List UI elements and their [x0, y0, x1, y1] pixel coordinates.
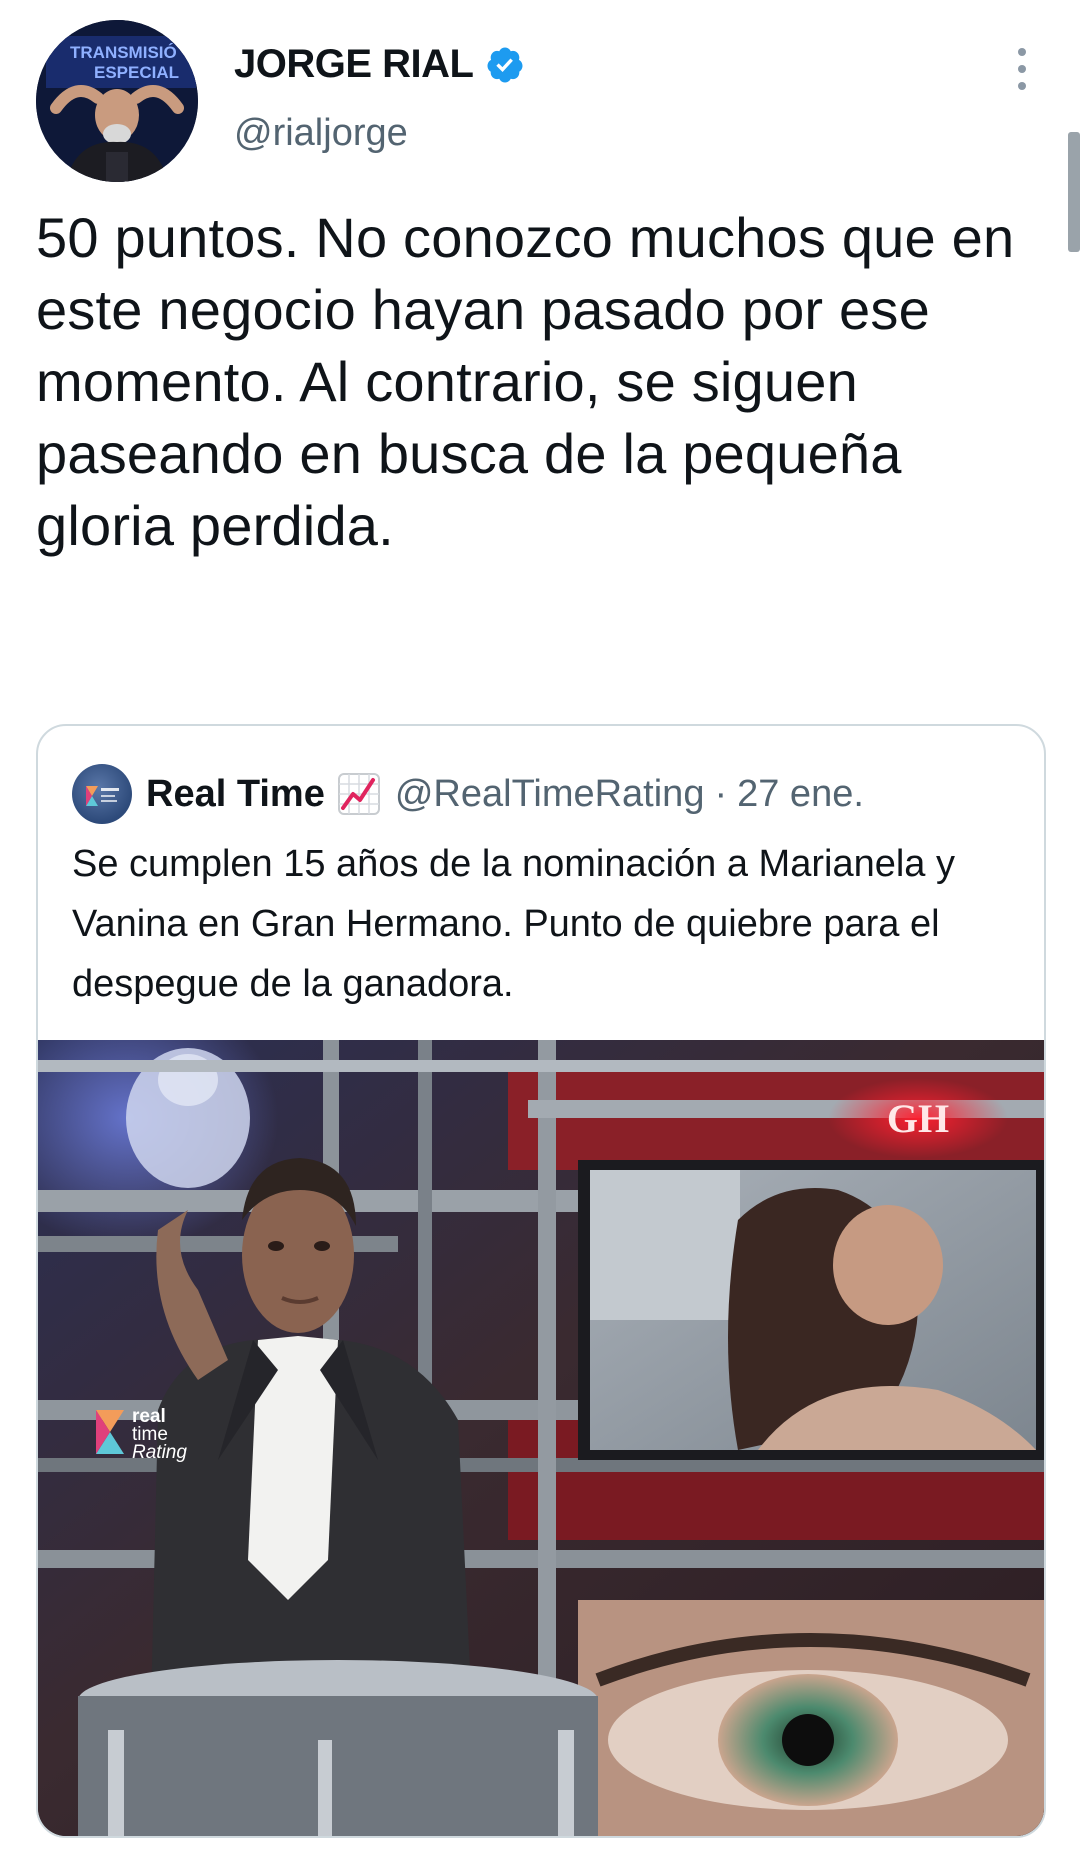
quoted-tweet-card[interactable]: Real Time @RealTimeRating · 27 ene. Se c…	[36, 724, 1046, 1838]
avatar-banner-line-2: ESPECIAL	[94, 63, 179, 82]
author-handle[interactable]: @rialjorge	[234, 112, 408, 155]
author-name-line[interactable]: JORGE RIAL	[234, 42, 525, 87]
avatar[interactable]: TRANSMISIÓ ESPECIAL	[36, 20, 198, 182]
separator-dot: ·	[714, 772, 728, 815]
quoted-avatar[interactable]	[72, 764, 132, 824]
author-display-name[interactable]: JORGE RIAL	[234, 42, 474, 87]
more-options-icon[interactable]	[1012, 44, 1032, 94]
quoted-media-image[interactable]: GH real time Rating	[38, 1040, 1044, 1836]
quoted-tweet-header: Real Time @RealTimeRating · 27 ene.	[72, 764, 864, 824]
quoted-handle[interactable]: @RealTimeRating	[395, 773, 705, 816]
scrollbar-thumb[interactable]	[1068, 132, 1080, 252]
gh-logo-text: GH	[887, 1096, 949, 1141]
avatar-banner-line-1: TRANSMISIÓ	[70, 43, 177, 62]
chart-increasing-icon	[337, 773, 380, 815]
quoted-display-name[interactable]: Real Time	[146, 773, 325, 816]
quoted-tweet-text: Se cumplen 15 años de la nominación a Ma…	[72, 843, 955, 1005]
verified-badge-icon	[487, 47, 523, 82]
quoted-date[interactable]: 27 ene.	[737, 773, 864, 816]
tweet-text: 50 puntos. No conozco muchos que en este…	[36, 206, 1015, 557]
watermark-line-3: Rating	[132, 1442, 187, 1463]
tweet-header: TRANSMISIÓ ESPECIAL JORGE RIAL @rialjorg…	[36, 20, 1036, 182]
